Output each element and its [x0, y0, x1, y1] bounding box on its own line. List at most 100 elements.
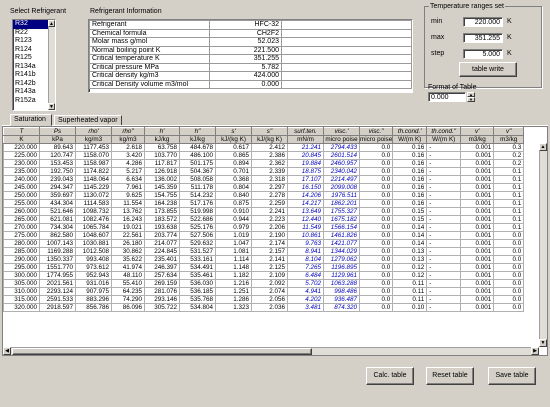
- table-cell[interactable]: 0.701: [215, 167, 252, 176]
- table-cell[interactable]: 0.001: [460, 223, 495, 232]
- table-cell[interactable]: 74.290: [111, 295, 145, 304]
- table-cell[interactable]: 3.420: [111, 151, 145, 160]
- table-cell[interactable]: 534.804: [179, 303, 216, 312]
- table-cell[interactable]: 2794.433: [323, 143, 360, 152]
- table-cell[interactable]: 0.0: [493, 295, 525, 304]
- table-cell[interactable]: 621.081: [39, 215, 76, 224]
- table-cell[interactable]: 2.141: [251, 255, 288, 264]
- table-cell[interactable]: 1.251: [215, 287, 252, 296]
- table-cell[interactable]: 1.323: [215, 303, 252, 312]
- range-min-input[interactable]: 220.000: [463, 17, 503, 27]
- table-cell[interactable]: 0.16: [392, 183, 428, 192]
- column-header[interactable]: v": [493, 127, 525, 136]
- table-cell[interactable]: 535.768: [179, 295, 216, 304]
- table-cell[interactable]: 10.861: [287, 231, 324, 240]
- table-cell[interactable]: 1.182: [215, 271, 252, 280]
- table-row[interactable]: 230.000 153.453 1158.987 4.286 117.817 501.17…: [3, 159, 525, 168]
- table-cell[interactable]: 280.000: [3, 239, 40, 248]
- table-cell[interactable]: 305.722: [144, 303, 180, 312]
- table-cell[interactable]: 519.998: [179, 207, 216, 216]
- table-cell[interactable]: 0.1: [493, 215, 525, 224]
- table-cell[interactable]: 16.150: [287, 183, 324, 192]
- table-cell[interactable]: -: [426, 303, 462, 312]
- table-cell[interactable]: -: [426, 223, 462, 232]
- table-cell[interactable]: 203.774: [144, 231, 180, 240]
- table-cell[interactable]: 48.110: [111, 271, 145, 280]
- table-cell[interactable]: 0.0: [358, 215, 394, 224]
- table-cell[interactable]: 2.190: [251, 231, 288, 240]
- table-cell[interactable]: 0.0: [358, 247, 394, 256]
- refrigerant-list[interactable]: R32 R22 R123 R124 R125 R134a R141b R142b R143a R1…: [12, 19, 56, 111]
- table-cell[interactable]: 1158.070: [75, 151, 112, 160]
- table-cell[interactable]: 255.000: [3, 199, 40, 208]
- table-cell[interactable]: 0.14: [392, 239, 428, 248]
- table-cell[interactable]: 1350.337: [39, 255, 76, 264]
- table-cell[interactable]: 0.1: [493, 183, 525, 192]
- table-cell[interactable]: -: [426, 279, 462, 288]
- table-row[interactable]: 275.000 862.580 1048.607 22.561 203.774 527.5…: [3, 231, 525, 240]
- table-cell[interactable]: 359.697: [39, 191, 76, 200]
- table-cell[interactable]: 0.865: [215, 151, 252, 160]
- column-header[interactable]: s": [251, 127, 288, 136]
- table-cell[interactable]: 0.0: [358, 175, 394, 184]
- table-cell[interactable]: -: [426, 207, 462, 216]
- table-cell[interactable]: 0.001: [460, 303, 495, 312]
- table-cell[interactable]: 1421.077: [323, 239, 360, 248]
- table-row[interactable]: 305.000 2021.561 931.016 55.410 269.159 536.0…: [3, 279, 525, 288]
- grid-vertical-scrollbar[interactable]: ▲ ▼: [539, 143, 547, 347]
- table-cell[interactable]: 16.243: [111, 215, 145, 224]
- table-cell[interactable]: 214.077: [144, 239, 180, 248]
- table-cell[interactable]: 239.043: [39, 175, 76, 184]
- table-cell[interactable]: 1130.072: [75, 191, 112, 200]
- table-cell[interactable]: 1755.327: [323, 207, 360, 216]
- table-cell[interactable]: 0.0: [358, 263, 394, 272]
- table-cell[interactable]: 2.206: [251, 223, 288, 232]
- table-cell[interactable]: 0.12: [392, 271, 428, 280]
- grid-horizontal-scrollbar[interactable]: ◀ ▶: [3, 347, 539, 355]
- column-header[interactable]: visc.': [323, 127, 360, 136]
- table-cell[interactable]: 1129.961: [323, 271, 360, 280]
- table-cell[interactable]: 2.223: [251, 215, 288, 224]
- table-cell[interactable]: 14.217: [287, 199, 324, 208]
- table-cell[interactable]: 225.000: [3, 151, 40, 160]
- table-cell[interactable]: 1976.511: [323, 191, 360, 200]
- table-cell[interactable]: 2.241: [251, 207, 288, 216]
- column-header[interactable]: v': [460, 127, 495, 136]
- table-cell[interactable]: 0.875: [215, 199, 252, 208]
- table-cell[interactable]: 224.845: [144, 247, 180, 256]
- table-row[interactable]: 245.000 294.347 1145.229 7.961 145.359 511.17…: [3, 183, 525, 192]
- table-cell[interactable]: 0.14: [392, 231, 428, 240]
- table-cell[interactable]: 0.001: [460, 271, 495, 280]
- table-cell[interactable]: 734.304: [39, 223, 76, 232]
- table-cell[interactable]: -: [426, 151, 462, 160]
- table-cell[interactable]: 1279.062: [323, 255, 360, 264]
- table-cell[interactable]: 0.001: [460, 239, 495, 248]
- table-cell[interactable]: 117.817: [144, 159, 180, 168]
- table-cell[interactable]: 1065.784: [75, 223, 112, 232]
- table-cell[interactable]: 1551.770: [39, 263, 76, 272]
- table-cell[interactable]: 11.554: [111, 199, 145, 208]
- table-cell[interactable]: 1148.064: [75, 175, 112, 184]
- table-cell[interactable]: -: [426, 159, 462, 168]
- spin-down-icon[interactable]: ▼: [467, 97, 475, 102]
- table-cell[interactable]: 89.643: [39, 143, 76, 152]
- table-cell[interactable]: 0.804: [215, 183, 252, 192]
- table-cell[interactable]: 0.0: [358, 287, 394, 296]
- table-row[interactable]: 270.000 734.304 1065.784 19.021 193.638 525.1…: [3, 223, 525, 232]
- table-cell[interactable]: 26.180: [111, 239, 145, 248]
- table-cell[interactable]: 1048.607: [75, 231, 112, 240]
- table-cell[interactable]: 13.762: [111, 207, 145, 216]
- table-cell[interactable]: -: [426, 175, 462, 184]
- range-step-input[interactable]: 5.000: [463, 49, 503, 59]
- table-cell[interactable]: 35.622: [111, 255, 145, 264]
- table-cell[interactable]: 0.0: [493, 303, 525, 312]
- table-cell[interactable]: 486.100: [179, 151, 216, 160]
- table-cell[interactable]: 1.081: [215, 247, 252, 256]
- column-header[interactable]: visc.": [358, 127, 394, 136]
- table-cell[interactable]: 1461.826: [323, 231, 360, 240]
- table-cell[interactable]: 434.304: [39, 199, 76, 208]
- table-cell[interactable]: 164.238: [144, 199, 180, 208]
- table-cell[interactable]: 0.001: [460, 279, 495, 288]
- table-cell[interactable]: -: [426, 255, 462, 264]
- table-cell[interactable]: 257.634: [144, 271, 180, 280]
